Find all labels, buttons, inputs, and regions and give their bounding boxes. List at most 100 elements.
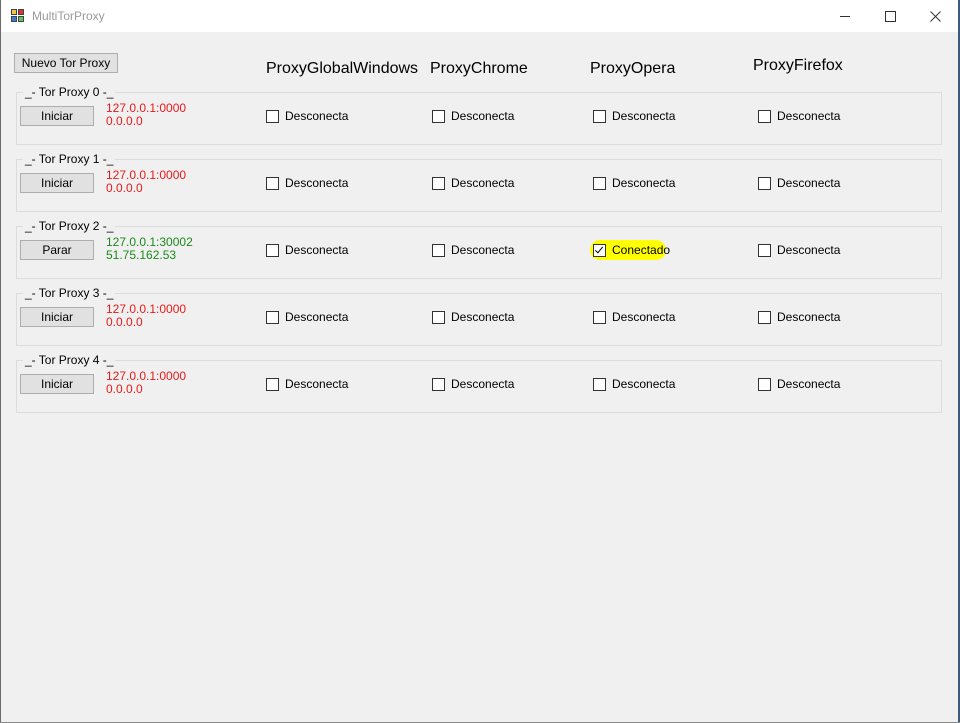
minimize-button[interactable] [822,0,868,32]
client-area: Nuevo Tor Proxy ProxyGlobalWindows Proxy… [1,32,958,722]
stop-proxy-button[interactable]: Parar [20,240,94,260]
checkbox-label: Desconecta [777,377,841,391]
checkbox-label: Desconecta [451,176,515,190]
checkbox-label: Desconecta [451,377,515,391]
checkbox-label: Desconecta [285,176,349,190]
checkbox-unchecked-icon[interactable] [266,176,279,190]
tor-proxy-group-2: _- Tor Proxy 2 -_ Parar 127.0.0.1:30002 51.… [16,219,942,279]
proxy-exit-ip: 0.0.0.0 [106,315,143,329]
column-header-firefox: ProxyFirefox [753,57,843,74]
tor-proxy-group-0: _- Tor Proxy 0 -_ Iniciar 127.0.0.1:0000 0.… [16,85,942,145]
close-icon [929,10,941,22]
checkbox-label: Desconecta [451,243,515,257]
tor-proxy-title: _- Tor Proxy 1 -_ [23,152,116,166]
checkbox-unchecked-icon[interactable] [593,377,606,391]
checkbox-label: Desconecta [285,109,349,123]
checkbox-global-windows[interactable]: Desconecta [266,310,348,324]
proxy-address-block: 127.0.0.1:0000 0.0.0.0 [106,370,186,396]
close-button[interactable] [912,0,958,32]
checkbox-chrome[interactable]: Desconecta [432,176,514,190]
proxy-exit-ip: 0.0.0.0 [106,382,143,396]
tor-proxy-title: _- Tor Proxy 3 -_ [23,286,116,300]
checkbox-label: Desconecta [612,176,676,190]
checkbox-label: Desconecta [285,377,349,391]
checkbox-unchecked-icon[interactable] [432,176,445,190]
tor-proxy-title: _- Tor Proxy 0 -_ [23,85,116,99]
tor-proxy-title: _- Tor Proxy 2 -_ [23,219,116,233]
checkbox-chrome[interactable]: Desconecta [432,243,514,257]
checkbox-firefox[interactable]: Desconecta [758,377,840,391]
column-header-chrome: ProxyChrome [430,60,528,77]
proxy-address-block: 127.0.0.1:0000 0.0.0.0 [106,169,186,195]
checkbox-label: Desconecta [777,176,841,190]
checkbox-unchecked-icon[interactable] [593,109,606,123]
column-header-global-windows: ProxyGlobalWindows [266,60,419,77]
checkbox-opera[interactable]: Desconecta [593,176,675,190]
checkbox-unchecked-icon[interactable] [432,243,445,257]
checkbox-label: Desconecta [612,310,676,324]
checkbox-label: Desconecta [285,243,349,257]
checkbox-chrome[interactable]: Desconecta [432,109,514,123]
checkbox-label: Desconecta [777,243,841,257]
checkbox-opera[interactable]: Conectado [593,243,670,257]
checkbox-chrome[interactable]: Desconecta [432,310,514,324]
checkbox-unchecked-icon[interactable] [432,109,445,123]
checkbox-label: Desconecta [612,109,676,123]
checkbox-firefox[interactable]: Desconecta [758,310,840,324]
checkbox-label: Desconecta [285,310,349,324]
checkbox-checked-icon[interactable] [593,243,606,257]
start-proxy-button[interactable]: Iniciar [20,173,94,193]
start-proxy-button[interactable]: Iniciar [20,106,94,126]
checkbox-chrome[interactable]: Desconecta [432,377,514,391]
checkbox-global-windows[interactable]: Desconecta [266,377,348,391]
checkbox-unchecked-icon[interactable] [593,176,606,190]
checkbox-label: Conectado [612,243,671,257]
tor-proxy-title: _- Tor Proxy 4 -_ [23,353,116,367]
checkbox-label: Desconecta [451,109,515,123]
checkbox-unchecked-icon[interactable] [758,176,771,190]
proxy-exit-ip: 51.75.162.53 [106,248,177,262]
column-header-opera: ProxyOpera [590,60,676,77]
checkbox-global-windows[interactable]: Desconecta [266,243,348,257]
checkbox-opera[interactable]: Desconecta [593,310,675,324]
checkbox-global-windows[interactable]: Desconecta [266,176,348,190]
new-tor-proxy-button[interactable]: Nuevo Tor Proxy [14,53,118,73]
checkbox-firefox[interactable]: Desconecta [758,109,840,123]
tor-proxy-group-3: _- Tor Proxy 3 -_ Iniciar 127.0.0.1:0000 0.… [16,286,942,346]
maximize-icon [884,10,896,22]
checkbox-label: Desconecta [612,377,676,391]
checkbox-label: Desconecta [777,109,841,123]
checkbox-unchecked-icon[interactable] [266,377,279,391]
checkbox-unchecked-icon[interactable] [432,377,445,391]
proxy-exit-ip: 0.0.0.0 [106,181,143,195]
tor-proxy-group-4: _- Tor Proxy 4 -_ Iniciar 127.0.0.1:0000 0.… [16,353,942,413]
maximize-button[interactable] [867,0,913,32]
proxy-address-block: 127.0.0.1:0000 0.0.0.0 [106,102,186,128]
checkbox-firefox[interactable]: Desconecta [758,176,840,190]
checkbox-label: Desconecta [777,310,841,324]
title-bar[interactable]: MultiTorProxy [1,0,958,32]
tor-proxy-group-1: _- Tor Proxy 1 -_ Iniciar 127.0.0.1:0000 0.… [16,152,942,212]
checkbox-unchecked-icon[interactable] [266,243,279,257]
proxy-address-block: 127.0.0.1:30002 51.75.162.53 [106,236,193,262]
proxy-address-block: 127.0.0.1:0000 0.0.0.0 [106,303,186,329]
checkbox-unchecked-icon[interactable] [593,310,606,324]
checkbox-unchecked-icon[interactable] [266,310,279,324]
app-icon [11,9,25,23]
checkbox-firefox[interactable]: Desconecta [758,243,840,257]
start-proxy-button[interactable]: Iniciar [20,374,94,394]
checkbox-unchecked-icon[interactable] [758,310,771,324]
proxy-exit-ip: 0.0.0.0 [106,114,143,128]
start-proxy-button[interactable]: Iniciar [20,307,94,327]
checkbox-unchecked-icon[interactable] [758,109,771,123]
checkbox-unchecked-icon[interactable] [432,310,445,324]
checkbox-unchecked-icon[interactable] [758,377,771,391]
checkbox-unchecked-icon[interactable] [266,109,279,123]
checkbox-opera[interactable]: Desconecta [593,377,675,391]
checkbox-opera[interactable]: Desconecta [593,109,675,123]
checkbox-global-windows[interactable]: Desconecta [266,109,348,123]
window-title: MultiTorProxy [32,9,105,23]
checkbox-unchecked-icon[interactable] [758,243,771,257]
checkbox-label: Desconecta [451,310,515,324]
minimize-icon [840,15,850,17]
